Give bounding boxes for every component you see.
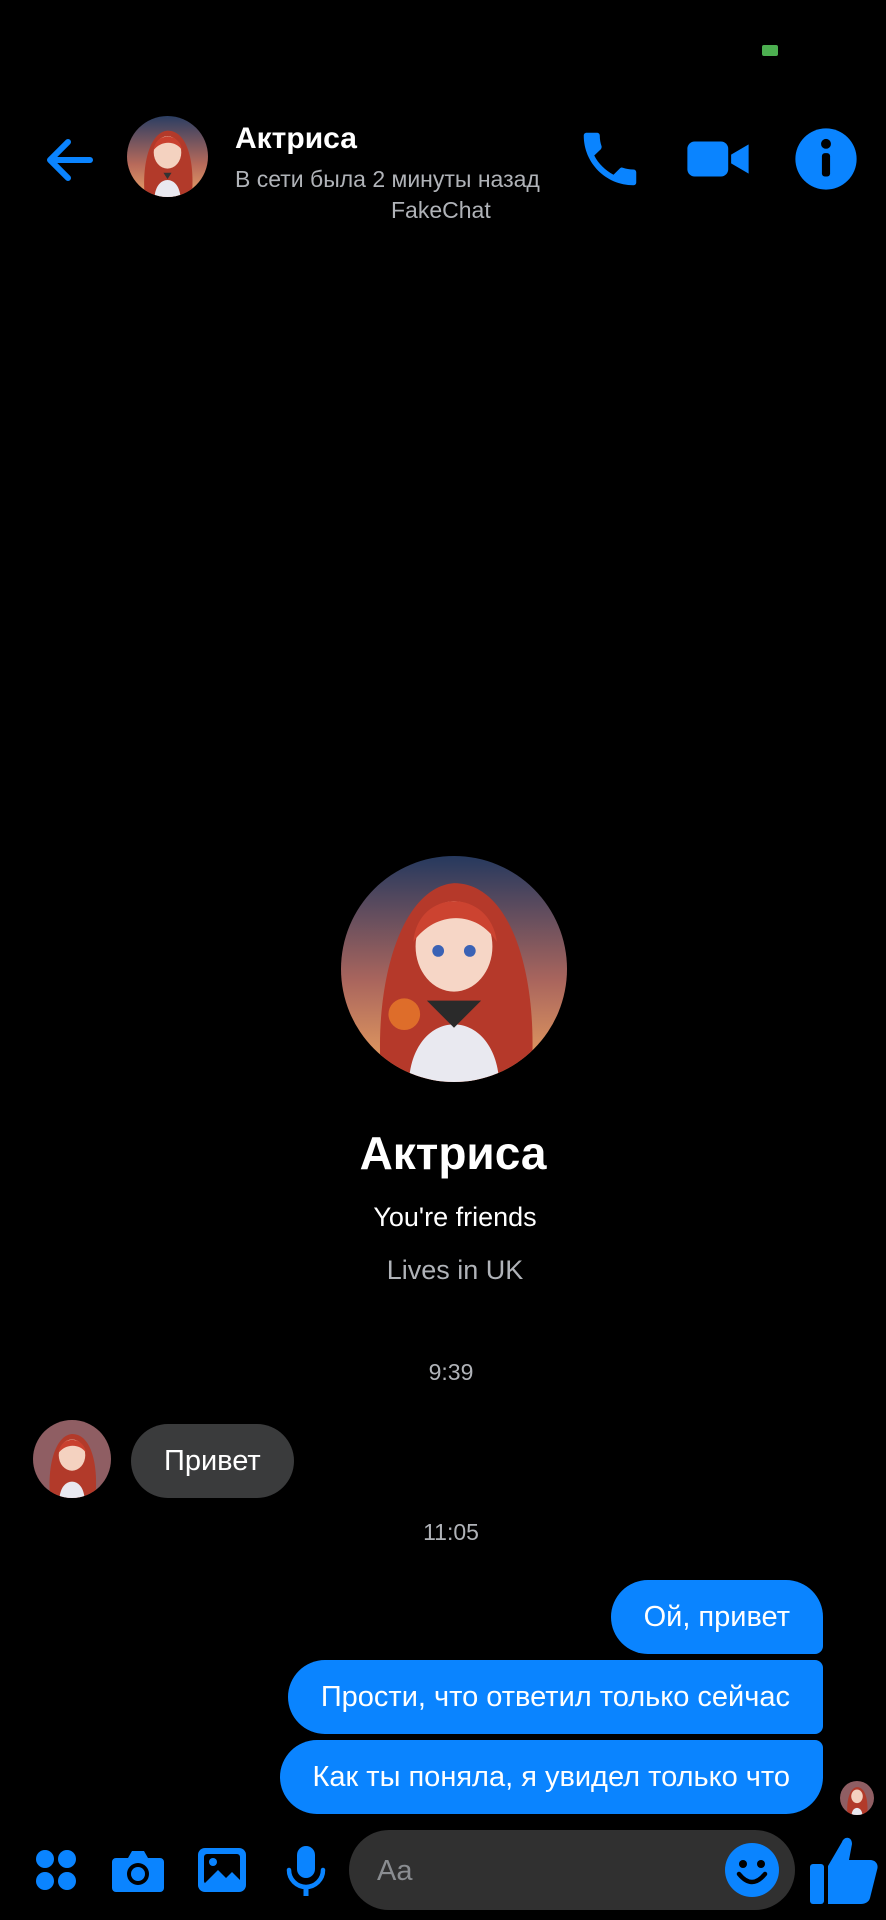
friend-status: You're friends	[373, 1202, 537, 1232]
sender-avatar[interactable]	[33, 1420, 111, 1498]
chat-header: Актриса В сети была 2 минуты назад FakeC…	[0, 110, 886, 230]
read-receipt-avatar	[840, 1781, 874, 1815]
outgoing-message[interactable]: Прости, что ответил только сейчас	[287, 1660, 823, 1734]
smiley-icon	[725, 1843, 779, 1897]
avatar-image	[341, 856, 567, 1082]
video-camera-icon	[687, 141, 749, 177]
incoming-message[interactable]: Привет	[131, 1424, 294, 1498]
thumbs-up-icon	[810, 1837, 878, 1904]
phone-icon	[583, 132, 637, 186]
contact-name[interactable]: Актриса	[235, 122, 357, 156]
chat-screen: Актриса В сети была 2 минуты назад FakeC…	[0, 0, 886, 1920]
app-label: FakeChat	[391, 197, 491, 223]
battery-icon	[762, 45, 778, 56]
emoji-button[interactable]	[722, 1840, 782, 1900]
apps-grid-icon	[36, 1850, 76, 1890]
message-input[interactable]	[375, 1830, 719, 1912]
arrow-left-icon	[47, 139, 93, 181]
timestamp: 9:39	[428, 1359, 474, 1385]
like-button[interactable]	[806, 1830, 882, 1910]
camera-icon	[112, 1851, 164, 1892]
avatar-image	[840, 1781, 874, 1815]
profile-location: Lives in UK	[386, 1255, 524, 1285]
image-icon	[198, 1848, 246, 1892]
back-button[interactable]	[40, 130, 100, 190]
outgoing-message[interactable]: Ой, привет	[610, 1580, 823, 1654]
timestamp: 11:05	[423, 1519, 479, 1545]
video-call-button[interactable]	[683, 124, 753, 194]
camera-button[interactable]	[108, 1840, 168, 1900]
info-icon	[795, 128, 857, 190]
message-composer	[0, 1826, 886, 1920]
gallery-button[interactable]	[192, 1840, 252, 1900]
contact-status: В сети была 2 минуты назад	[235, 166, 540, 192]
profile-avatar[interactable]	[341, 856, 567, 1082]
apps-button[interactable]	[26, 1840, 86, 1900]
contact-avatar[interactable]	[127, 116, 208, 197]
microphone-icon	[286, 1846, 326, 1896]
microphone-button[interactable]	[276, 1840, 336, 1900]
info-button[interactable]	[791, 124, 861, 194]
avatar-image	[33, 1420, 111, 1498]
profile-name: Актриса	[359, 1127, 547, 1179]
outgoing-message[interactable]: Как ты поняла, я увидел только что	[279, 1740, 823, 1814]
avatar-image	[127, 116, 208, 197]
call-button[interactable]	[575, 124, 645, 194]
message-input-container	[349, 1830, 795, 1912]
